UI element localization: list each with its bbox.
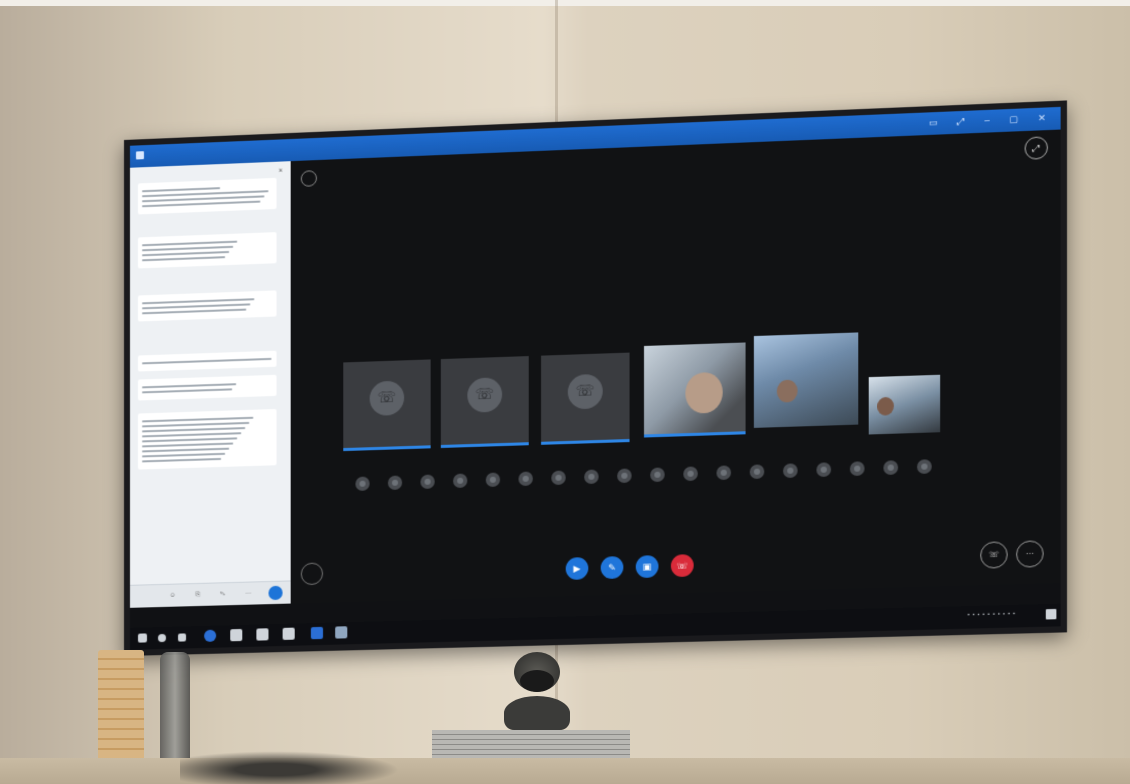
active-bar: [441, 442, 529, 448]
store-icon[interactable]: [256, 628, 268, 640]
message-text-line: [142, 443, 233, 448]
window-reflection: [731, 461, 867, 604]
chat-message: [138, 351, 277, 372]
audio-participant-tile[interactable]: ☏: [343, 359, 430, 451]
participants-button[interactable]: ☏: [980, 541, 1007, 568]
phone-icon: ☏: [467, 377, 502, 413]
cortana-icon[interactable]: [204, 630, 216, 642]
message-bubble: [138, 232, 277, 268]
participant-avatar[interactable]: [650, 467, 664, 482]
participant-avatar[interactable]: [917, 459, 932, 474]
desk-clutter: [180, 748, 420, 784]
message-text-line: [142, 432, 241, 437]
message-text-line: [142, 458, 221, 463]
message-text-line: [142, 309, 246, 315]
video-participant-tile[interactable]: [754, 332, 858, 427]
message-bubble: [138, 290, 277, 321]
back-button[interactable]: [301, 170, 317, 187]
message-text-line: [142, 388, 232, 393]
participant-face: [777, 380, 798, 403]
active-bar: [541, 439, 629, 445]
participant-avatar[interactable]: [850, 461, 865, 476]
meeting-stage: ⤢ ☏ ☏ ☏ ▶ ✎ ▣ ☏ ☏ ⋯: [291, 130, 1061, 604]
message-text-line: [142, 383, 236, 388]
fullscreen-button[interactable]: ⤢: [1025, 136, 1048, 160]
camera-base: [504, 696, 570, 730]
message-text-line: [142, 256, 225, 261]
mic-button[interactable]: ✎: [601, 556, 624, 579]
message-bubble: [138, 351, 277, 372]
app-icon[interactable]: [335, 626, 347, 638]
windows-taskbar: ▪▪▪▪▪▪▪▪▪▪: [130, 604, 1061, 650]
start-icon[interactable]: [138, 633, 147, 642]
participant-avatar[interactable]: [617, 468, 631, 483]
system-tray[interactable]: ▪▪▪▪▪▪▪▪▪▪: [968, 611, 1018, 618]
chat-message: [138, 232, 277, 268]
participant-avatar[interactable]: [750, 464, 765, 479]
share-button[interactable]: ▣: [636, 555, 659, 578]
participant-avatar[interactable]: [420, 474, 434, 489]
video-participant-tile[interactable]: [869, 375, 940, 435]
chat-message: [138, 409, 277, 470]
participant-avatar[interactable]: [883, 460, 898, 475]
participant-avatar[interactable]: [355, 476, 369, 491]
chat-message: [138, 375, 277, 401]
tv-screen: ▭ ⤢ – ▢ ✕ × ☺ ⎘ ✎ ⋯ ⤢ ☏ ☏ ☏ ▶ ✎ ▣ ☏ ☏ ⋯ …: [124, 100, 1067, 656]
chat-message: [138, 290, 277, 321]
more-button[interactable]: ⋯: [1016, 540, 1044, 568]
participant-avatar[interactable]: [518, 471, 532, 486]
participant-avatar[interactable]: [716, 465, 731, 480]
skype-icon[interactable]: [311, 627, 323, 639]
message-text-line: [142, 453, 225, 458]
ceiling-edge: [0, 0, 1130, 6]
chat-message: [138, 178, 277, 215]
desk-surface: [0, 758, 1130, 784]
file-explorer-icon[interactable]: [230, 629, 242, 641]
active-bar: [343, 445, 430, 451]
participant-strip: [355, 458, 976, 493]
chat-toggle-button[interactable]: [301, 562, 323, 585]
camera-button[interactable]: ▶: [566, 557, 589, 580]
phone-icon: ☏: [568, 374, 603, 410]
participant-avatar[interactable]: [683, 466, 698, 481]
phone-icon: ☏: [370, 381, 405, 416]
participant-avatar[interactable]: [584, 469, 598, 484]
participant-avatar[interactable]: [486, 472, 500, 487]
compose-icons[interactable]: ☺ ⎘ ✎ ⋯: [170, 590, 261, 599]
chat-panel: × ☺ ⎘ ✎ ⋯: [130, 161, 291, 608]
mail-icon[interactable]: [283, 628, 295, 640]
message-text-line: [142, 187, 220, 192]
hangup-button[interactable]: ☏: [671, 554, 694, 577]
close-icon[interactable]: ×: [278, 168, 282, 175]
search-icon[interactable]: [158, 634, 166, 642]
audio-participant-tile[interactable]: ☏: [541, 353, 629, 445]
camera-lens: [520, 670, 554, 692]
participant-avatar[interactable]: [816, 462, 831, 477]
participant-face: [877, 397, 894, 416]
notification-icon[interactable]: [1046, 609, 1057, 620]
video-participant-tile[interactable]: [644, 342, 746, 437]
message-text-line: [142, 358, 271, 364]
message-bubble: [138, 375, 277, 401]
task-view-icon[interactable]: [178, 633, 186, 641]
participant-avatar[interactable]: [388, 475, 402, 490]
participant-avatar[interactable]: [783, 463, 798, 478]
message-bubble: [138, 409, 277, 470]
send-button[interactable]: [268, 586, 282, 600]
app-icon: [136, 151, 144, 159]
message-text-line: [142, 437, 237, 442]
chat-compose-bar: ☺ ⎘ ✎ ⋯: [130, 580, 291, 607]
window-controls[interactable]: ▭ ⤢ – ▢ ✕: [929, 112, 1054, 129]
participant-avatar[interactable]: [453, 473, 467, 488]
message-text-line: [142, 448, 229, 453]
audio-participant-tile[interactable]: ☏: [441, 356, 529, 448]
participant-face: [685, 372, 722, 414]
message-bubble: [138, 178, 277, 215]
active-bar: [644, 431, 746, 437]
participant-avatar[interactable]: [551, 470, 565, 485]
